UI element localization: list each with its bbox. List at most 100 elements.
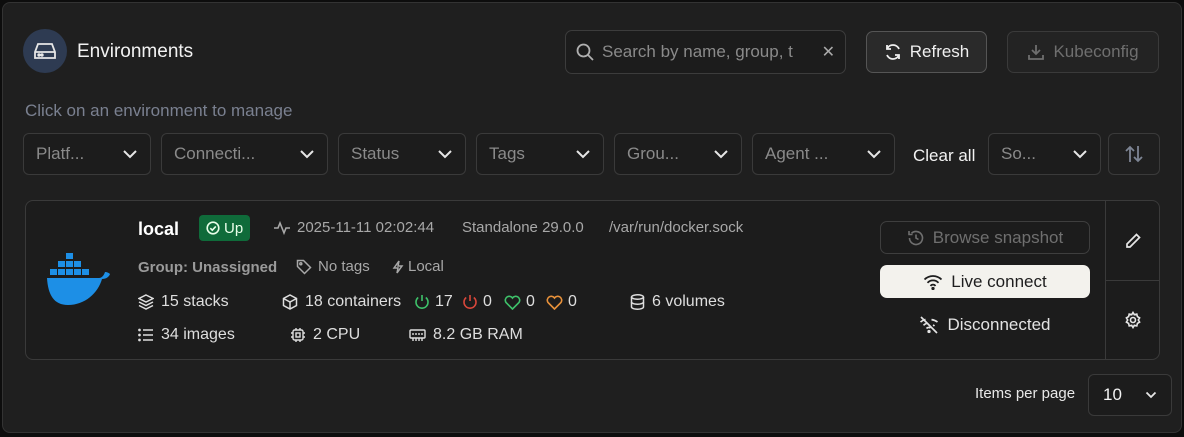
power-stopped-icon xyxy=(462,294,478,310)
filter-tags-label: Tags xyxy=(489,144,525,163)
chevron-down-icon xyxy=(1145,391,1157,399)
unhealthy-count: 0 xyxy=(568,293,577,310)
bolt-icon xyxy=(392,260,404,274)
memory-icon xyxy=(409,328,426,342)
layers-icon xyxy=(138,294,154,310)
disconnected-label: Disconnected xyxy=(947,314,1051,334)
filter-platform-label: Platf... xyxy=(36,144,85,163)
stopped-count: 0 xyxy=(483,293,492,310)
database-icon xyxy=(630,294,645,310)
heartbeat: 2025-11-11 02:02:44 xyxy=(273,219,434,236)
items-per-page-select[interactable]: 10 xyxy=(1088,374,1172,416)
environment-card[interactable]: local Up 2025-11-11 02:02:44 Standalone … xyxy=(25,200,1160,360)
tag-icon xyxy=(296,259,312,275)
status-badge-label: Up xyxy=(224,219,244,237)
hint-text: Click on an environment to manage xyxy=(25,101,293,120)
card-side-actions xyxy=(1105,201,1160,359)
wifi-off-icon xyxy=(919,315,939,334)
chevron-down-icon xyxy=(713,149,729,159)
search-placeholder: Search by name, group, t xyxy=(602,42,793,61)
live-connect-button[interactable]: Live connect xyxy=(880,265,1090,298)
page-title: Environments xyxy=(77,41,194,62)
filter-group[interactable]: Grou... xyxy=(614,133,742,175)
chevron-down-icon xyxy=(299,149,315,159)
connection-mode-label: Local xyxy=(408,258,444,275)
group-label: Group: Unassigned xyxy=(138,259,278,276)
images-count: 34 images xyxy=(161,326,235,343)
items-per-page-label: Items per page xyxy=(975,385,1076,402)
filter-connection[interactable]: Connecti... xyxy=(161,133,328,175)
images-stat: 34 images xyxy=(138,326,235,344)
sort-arrows-icon xyxy=(1123,144,1145,164)
items-per-page-value: 10 xyxy=(1103,385,1122,404)
heartbeat-icon xyxy=(273,220,291,236)
cpu-stat: 2 CPU xyxy=(290,326,360,344)
containers-count: 18 containers xyxy=(305,293,402,310)
sort-select[interactable]: So... xyxy=(988,133,1101,175)
filter-group-label: Grou... xyxy=(627,144,679,163)
refresh-icon xyxy=(884,43,902,61)
healthy-count: 0 xyxy=(526,293,535,310)
volumes-stat: 6 volumes xyxy=(630,293,725,311)
edit-button[interactable] xyxy=(1106,201,1160,280)
connection-mode: Local xyxy=(392,258,444,275)
heart-unhealthy-icon xyxy=(546,295,563,310)
unhealthy-stat: 0 xyxy=(546,293,577,311)
search-input[interactable]: Search by name, group, t ✕ xyxy=(565,30,846,74)
heart-healthy-icon xyxy=(504,295,521,310)
chevron-down-icon xyxy=(122,149,138,159)
status-badge: Up xyxy=(199,215,251,241)
running-count: 17 xyxy=(435,293,453,310)
filter-status-label: Status xyxy=(351,144,400,163)
check-circle-icon xyxy=(206,221,220,235)
environment-type: Standalone 29.0.0 xyxy=(462,219,584,236)
filter-connection-label: Connecti... xyxy=(174,144,256,163)
browse-snapshot-label: Browse snapshot xyxy=(932,227,1064,247)
environment-url: /var/run/docker.sock xyxy=(609,219,744,236)
gear-icon xyxy=(1124,310,1142,329)
filter-agent-label: Agent ... xyxy=(765,144,829,163)
filter-agent[interactable]: Agent ... xyxy=(752,133,895,175)
tags: No tags xyxy=(296,258,370,275)
history-icon xyxy=(907,229,925,247)
ram-stat: 8.2 GB RAM xyxy=(409,326,523,344)
filter-platform[interactable]: Platf... xyxy=(23,133,151,175)
live-connect-label: Live connect xyxy=(951,271,1047,291)
chevron-down-icon xyxy=(866,149,882,159)
sort-direction-button[interactable] xyxy=(1108,133,1160,175)
containers-stat: 18 containers xyxy=(282,293,401,311)
running-stat: 17 xyxy=(414,293,453,311)
clear-all-button[interactable]: Clear all xyxy=(913,146,975,166)
disconnected-status: Disconnected xyxy=(880,308,1090,341)
stacks-count: 15 stacks xyxy=(161,293,229,310)
stacks-stat: 15 stacks xyxy=(138,293,229,311)
cpu-count: 2 CPU xyxy=(313,326,361,343)
ram-amount: 8.2 GB RAM xyxy=(433,326,523,343)
kubeconfig-button[interactable]: Kubeconfig xyxy=(1007,31,1159,73)
search-icon xyxy=(576,43,594,61)
volumes-count: 6 volumes xyxy=(652,293,725,310)
clear-search-icon[interactable]: ✕ xyxy=(822,42,835,62)
wifi-icon xyxy=(923,274,943,290)
environments-panel: Environments Search by name, group, t ✕ … xyxy=(2,2,1182,433)
heartbeat-timestamp: 2025-11-11 02:02:44 xyxy=(297,219,435,236)
refresh-button[interactable]: Refresh xyxy=(866,31,987,73)
environment-name[interactable]: local xyxy=(138,219,179,240)
settings-button[interactable] xyxy=(1106,280,1160,359)
docker-logo-icon xyxy=(46,249,110,307)
stopped-stat: 0 xyxy=(462,293,492,311)
pencil-icon xyxy=(1124,232,1142,250)
healthy-stat: 0 xyxy=(504,293,535,311)
power-running-icon xyxy=(414,294,430,310)
browse-snapshot-button[interactable]: Browse snapshot xyxy=(880,221,1090,254)
sort-label: So... xyxy=(1001,144,1036,163)
cpu-icon xyxy=(290,327,306,343)
kubeconfig-label: Kubeconfig xyxy=(1053,42,1139,61)
chevron-down-icon xyxy=(575,149,591,159)
filter-tags[interactable]: Tags xyxy=(476,133,604,175)
chevron-down-icon xyxy=(437,149,453,159)
download-icon xyxy=(1027,43,1045,61)
cube-icon xyxy=(282,294,298,310)
filter-status[interactable]: Status xyxy=(338,133,466,175)
list-icon xyxy=(138,328,154,342)
